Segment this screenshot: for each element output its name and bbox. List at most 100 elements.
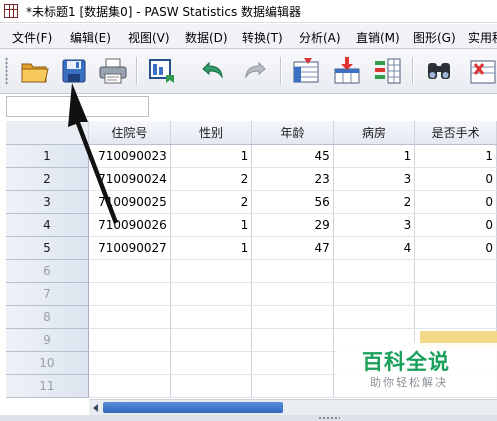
table-cell[interactable] <box>170 374 253 398</box>
table-cell[interactable]: 56 <box>251 190 334 214</box>
menu-utilities[interactable]: 实用程 <box>468 29 497 46</box>
menu-data[interactable]: 数据(D) <box>185 29 228 46</box>
table-cell[interactable]: 2 <box>170 190 253 214</box>
table-cell[interactable]: 0 <box>414 167 497 191</box>
dialog-recall-icon[interactable] <box>146 55 178 87</box>
table-cell[interactable]: 710090026 <box>88 213 171 237</box>
table-cell[interactable] <box>170 259 253 283</box>
menu-view[interactable]: 视图(V) <box>128 29 170 46</box>
status-bar <box>0 415 497 421</box>
toolbar <box>0 49 497 94</box>
variables-icon[interactable] <box>372 55 404 87</box>
table-cell[interactable] <box>88 328 171 352</box>
find-icon[interactable] <box>423 55 455 87</box>
table-cell[interactable]: 1 <box>414 144 497 168</box>
row-number[interactable]: 5 <box>6 236 89 260</box>
insert-case-icon[interactable] <box>467 55 497 87</box>
row-number[interactable]: 3 <box>6 190 89 214</box>
row-number[interactable]: 8 <box>6 305 89 329</box>
table-cell[interactable]: 1 <box>333 144 416 168</box>
menu-edit[interactable]: 编辑(E) <box>70 29 111 46</box>
row-number[interactable]: 6 <box>6 259 89 283</box>
table-cell[interactable]: 2 <box>333 190 416 214</box>
menu-transform[interactable]: 转换(T) <box>242 29 283 46</box>
column-header[interactable]: 年龄 <box>251 121 334 145</box>
table-cell[interactable] <box>414 305 497 329</box>
table-cell[interactable] <box>251 305 334 329</box>
scrollbar-thumb[interactable] <box>103 402 283 413</box>
row-number[interactable]: 4 <box>6 213 89 237</box>
goto-variable-icon[interactable] <box>331 55 363 87</box>
open-folder-icon[interactable] <box>19 55 51 87</box>
column-header[interactable]: 病房 <box>333 121 416 145</box>
row-number[interactable]: 2 <box>6 167 89 191</box>
window-title: *未标题1 [数据集0] - PASW Statistics 数据编辑器 <box>26 5 302 19</box>
cell-reference-field[interactable] <box>6 96 149 117</box>
table-cell[interactable] <box>88 259 171 283</box>
table-cell[interactable] <box>333 305 416 329</box>
menu-file[interactable]: 文件(F) <box>12 29 52 46</box>
table-cell[interactable] <box>414 282 497 306</box>
table-cell[interactable]: 29 <box>251 213 334 237</box>
table-cell[interactable] <box>88 374 171 398</box>
table-cell[interactable]: 4 <box>333 236 416 260</box>
row-number[interactable]: 7 <box>6 282 89 306</box>
table-cell[interactable]: 1 <box>170 144 253 168</box>
table-row: 8 <box>6 305 497 329</box>
table-cell[interactable] <box>88 282 171 306</box>
table-cell[interactable] <box>251 374 334 398</box>
table-cell[interactable]: 710090025 <box>88 190 171 214</box>
table-cell[interactable]: 3 <box>333 213 416 237</box>
table-cell[interactable] <box>333 259 416 283</box>
scroll-left-icon[interactable] <box>90 402 102 414</box>
table-cell[interactable]: 710090023 <box>88 144 171 168</box>
table-cell[interactable] <box>251 259 334 283</box>
goto-case-icon[interactable] <box>290 55 322 87</box>
column-header[interactable]: 是否手术 <box>414 121 497 145</box>
table-cell[interactable] <box>170 305 253 329</box>
table-cell[interactable] <box>170 351 253 375</box>
table-cell[interactable]: 23 <box>251 167 334 191</box>
table-cell[interactable]: 45 <box>251 144 334 168</box>
save-icon[interactable] <box>58 55 90 87</box>
undo-icon[interactable] <box>196 55 228 87</box>
table-cell[interactable]: 0 <box>414 190 497 214</box>
redo-icon[interactable] <box>240 55 272 87</box>
app-grid-icon <box>4 4 18 18</box>
toolbar-grip[interactable] <box>5 57 8 85</box>
table-cell[interactable] <box>88 305 171 329</box>
table-cell[interactable] <box>88 351 171 375</box>
menu-analyze[interactable]: 分析(A) <box>299 29 341 46</box>
row-number[interactable]: 10 <box>6 351 89 375</box>
table-cell[interactable]: 710090024 <box>88 167 171 191</box>
table-cell[interactable]: 3 <box>333 167 416 191</box>
table-cell[interactable] <box>414 259 497 283</box>
row-number[interactable]: 1 <box>6 144 89 168</box>
table-cell[interactable]: 1 <box>170 213 253 237</box>
menu-graphs[interactable]: 图形(G) <box>413 29 456 46</box>
horizontal-scrollbar[interactable] <box>89 399 497 416</box>
table-cell[interactable]: 0 <box>414 213 497 237</box>
table-row: 4 710090026 1 29 3 0 <box>6 213 497 237</box>
row-number[interactable]: 9 <box>6 328 89 352</box>
column-header[interactable]: 住院号 <box>88 121 171 145</box>
table-cell[interactable] <box>251 282 334 306</box>
table-cell[interactable]: 47 <box>251 236 334 260</box>
table-cell[interactable] <box>170 282 253 306</box>
table-cell[interactable]: 1 <box>170 236 253 260</box>
menu-bar: 文件(F) 编辑(E) 视图(V) 数据(D) 转换(T) 分析(A) 直销(M… <box>0 24 497 49</box>
table-cell[interactable] <box>251 328 334 352</box>
row-number[interactable]: 11 <box>6 374 89 398</box>
table-cell[interactable]: 0 <box>414 236 497 260</box>
table-cell[interactable]: 710090027 <box>88 236 171 260</box>
table-cell[interactable] <box>333 282 416 306</box>
grid-corner[interactable] <box>6 121 89 145</box>
table-cell[interactable] <box>170 328 253 352</box>
print-icon[interactable] <box>97 55 129 87</box>
table-cell[interactable]: 2 <box>170 167 253 191</box>
cell-value-field[interactable] <box>150 96 497 117</box>
menu-direct-marketing[interactable]: 直销(M) <box>356 29 400 46</box>
table-cell[interactable] <box>251 351 334 375</box>
resize-grip[interactable] <box>318 416 340 420</box>
column-header[interactable]: 性别 <box>170 121 253 145</box>
